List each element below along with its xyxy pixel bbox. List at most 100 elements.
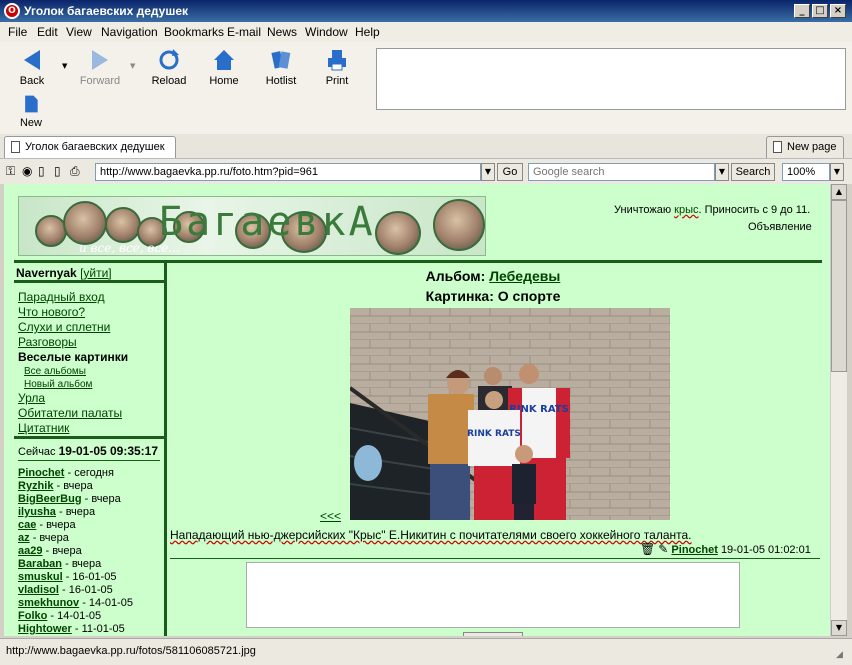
copy-icon[interactable]: ▯ — [54, 164, 61, 178]
vertical-scrollbar[interactable]: ▲ ▼ — [830, 184, 847, 636]
ad-label: Объявление — [748, 221, 812, 233]
menu-item-urla[interactable]: Урла — [18, 391, 128, 406]
user-link[interactable]: Pinochet — [18, 467, 64, 479]
toolbar-panel-area — [376, 48, 846, 110]
home-button[interactable]: Home — [198, 48, 250, 87]
print-icon — [328, 50, 346, 71]
user-link[interactable]: Folko — [18, 610, 47, 622]
submit-button-edge[interactable] — [463, 632, 523, 636]
reload-icon — [159, 49, 179, 70]
forward-button[interactable]: Forward — [74, 48, 126, 87]
reload-button[interactable]: Reload — [143, 48, 195, 87]
search-input[interactable] — [528, 163, 715, 181]
print-button[interactable]: Print — [311, 48, 363, 87]
current-time-value: 19-01-05 09:35:17 — [58, 444, 159, 458]
search-engine-dropdown-icon[interactable]: ▼ — [715, 163, 729, 181]
user-link[interactable]: cae — [18, 519, 36, 531]
menu-separator — [14, 436, 164, 439]
menu-item-all-albums[interactable]: Все альбомы — [18, 365, 128, 378]
comment-separator — [170, 558, 820, 559]
menu-item-rumors[interactable]: Слухи и сплетни — [18, 320, 128, 335]
jersey-text: RINK RATS — [467, 429, 521, 439]
comment-textarea[interactable] — [246, 562, 740, 628]
trash-icon[interactable]: 🗑 — [640, 542, 655, 556]
user-link[interactable]: Ryzhik — [18, 480, 53, 492]
zoom-dropdown-icon[interactable]: ▼ — [830, 163, 844, 181]
url-input[interactable] — [95, 163, 481, 181]
username: Navernyak — [16, 266, 77, 280]
menu-item-new-album[interactable]: Новый альбом — [18, 378, 128, 391]
back-history-dropdown-icon[interactable]: ▼ — [62, 62, 67, 70]
tab-active-page[interactable]: Уголок багаевских дедушек — [4, 136, 176, 158]
opera-app-icon: O — [4, 3, 20, 19]
user-link[interactable]: BigBeerBug — [18, 493, 82, 505]
printer-small-icon[interactable]: ⎙ — [70, 164, 80, 179]
new-page-toolbar-button[interactable]: New — [5, 94, 57, 129]
scroll-up-arrow-icon[interactable]: ▲ — [831, 184, 847, 200]
url-dropdown-icon[interactable]: ▼ — [481, 163, 495, 181]
menu-window[interactable]: Window — [305, 25, 348, 39]
user-link[interactable]: Hightower — [18, 623, 72, 635]
list-item: smuskul - 16-01-05 — [18, 571, 117, 583]
menu-help[interactable]: Help — [355, 25, 380, 39]
album-photo[interactable]: RINK RATS RINK RATS — [350, 308, 670, 520]
user-link[interactable]: vladisol — [18, 584, 59, 596]
album-heading: Альбом: Лебедевы — [425, 268, 561, 284]
scroll-down-arrow-icon[interactable]: ▼ — [831, 620, 847, 636]
picture-heading: Картинка: О спорте — [425, 288, 561, 304]
banner-face — [433, 199, 485, 251]
minimize-button[interactable]: _ — [794, 4, 810, 18]
go-button[interactable]: Go — [497, 163, 523, 181]
edit-icon[interactable]: ✎ — [658, 542, 668, 556]
menu-view[interactable]: View — [66, 25, 92, 39]
album-link[interactable]: Лебедевы — [489, 268, 560, 284]
previous-picture-link[interactable]: <<< — [320, 509, 341, 523]
menu-edit[interactable]: Edit — [37, 25, 58, 39]
logout-link[interactable]: [уйти] — [80, 266, 112, 280]
menu-email[interactable]: E-mail — [227, 25, 261, 39]
user-link[interactable]: Baraban — [18, 558, 62, 570]
menu-item-whats-new[interactable]: Что нового? — [18, 305, 128, 320]
user-link[interactable]: smekhunov — [18, 597, 79, 609]
site-tagline: и все, все, все... — [79, 241, 180, 255]
photo-caption: Нападающий нью-джерсийских "Крыс" Е.Ники… — [170, 528, 692, 542]
menu-item-talks[interactable]: Разговоры — [18, 335, 128, 350]
user-link[interactable]: smuskul — [18, 571, 63, 583]
list-item: ilyusha - вчера — [18, 506, 96, 518]
hotlist-button[interactable]: Hotlist — [255, 48, 307, 87]
banner-face — [105, 207, 141, 243]
current-time: Сейчас 19-01-05 09:35:17 — [18, 444, 160, 461]
menu-navigation[interactable]: Navigation — [101, 25, 158, 39]
site-menu: Парадный вход Что нового? Слухи и сплетн… — [18, 290, 128, 436]
resize-grip-icon[interactable]: ◢ — [836, 649, 843, 660]
new-page-tab-button[interactable]: New page — [766, 136, 844, 158]
list-item: smekhunov - 14-01-05 — [18, 597, 133, 609]
list-item: Hightower - 11-01-05 — [18, 623, 125, 635]
back-button[interactable]: Back — [6, 48, 58, 87]
search-button[interactable]: Search — [731, 163, 775, 181]
user-link[interactable]: az — [18, 532, 30, 544]
page-info-icon[interactable]: ▯ — [38, 164, 45, 178]
maximize-button[interactable]: □ — [812, 4, 828, 18]
security-icon[interactable]: ⚿ — [6, 164, 15, 179]
menu-item-quotes[interactable]: Цитатник — [18, 421, 128, 436]
menu-news[interactable]: News — [267, 25, 297, 39]
menu-item-residents[interactable]: Обитатели палаты — [18, 406, 128, 421]
user-link[interactable]: ilyusha — [18, 506, 56, 518]
status-bar: http://www.bagaevka.pp.ru/fotos/58110608… — [0, 638, 852, 665]
post-author-link[interactable]: Pinochet — [671, 544, 717, 556]
menu-bookmarks[interactable]: Bookmarks — [164, 25, 224, 39]
ad-link[interactable]: крыс — [674, 204, 698, 216]
post-meta: 🗑 ✎ Pinochet 19-01-05 01:02:01 — [640, 542, 811, 556]
camera-icon[interactable]: ◉ — [22, 164, 32, 178]
site-banner[interactable]: БагаевкА и все, все, все... — [18, 196, 486, 256]
close-button[interactable]: × — [830, 4, 846, 18]
zoom-field[interactable]: 100% — [782, 163, 830, 181]
menu-item-main-entrance[interactable]: Парадный вход — [18, 290, 128, 305]
menu-file[interactable]: File — [8, 25, 27, 39]
scroll-thumb[interactable] — [831, 200, 847, 372]
window-title-bar[interactable]: O Уголок багаевских дедушек _ □ × — [0, 0, 852, 22]
forward-history-dropdown-icon[interactable]: ▼ — [130, 62, 135, 70]
site-logo-text: БагаевкА — [159, 199, 376, 245]
user-link[interactable]: aa29 — [18, 545, 42, 557]
